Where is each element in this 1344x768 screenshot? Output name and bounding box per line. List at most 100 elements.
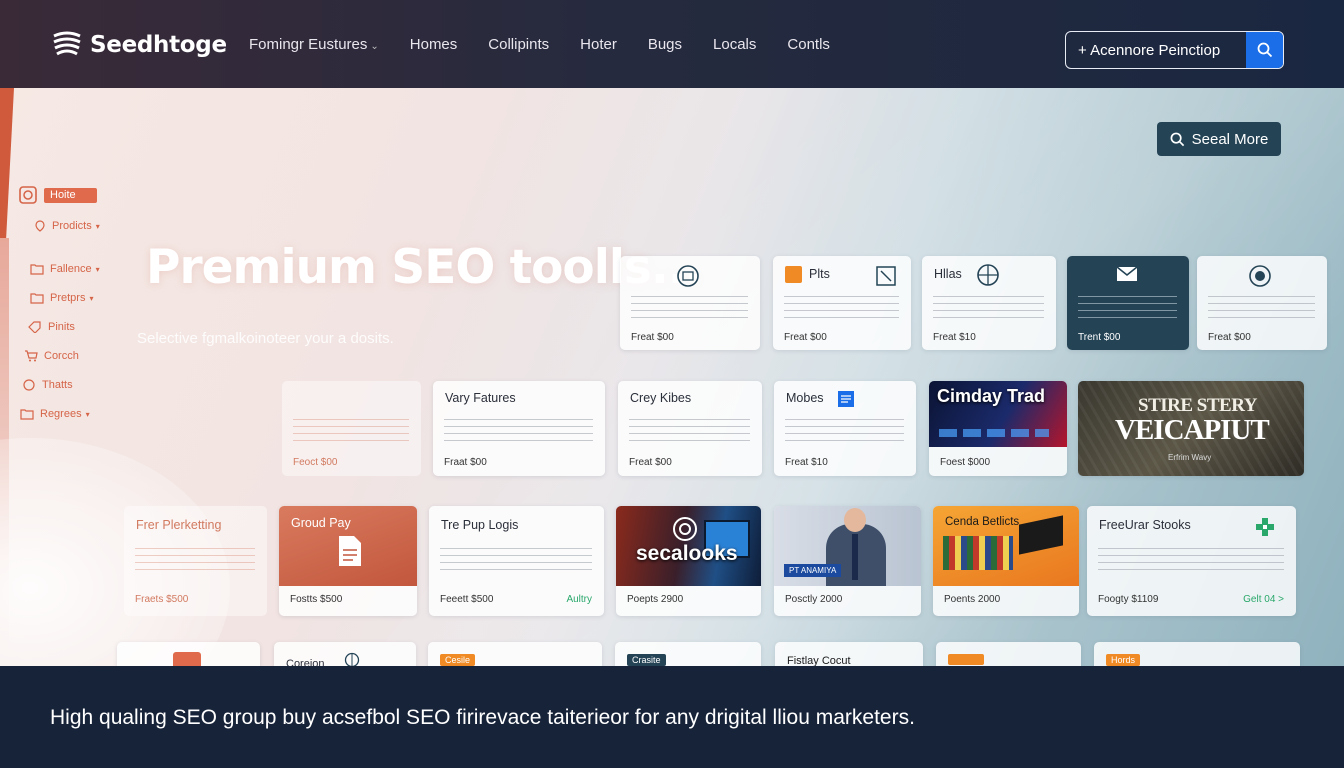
see-more-button[interactable]: Seeal More (1157, 122, 1281, 156)
top-navigation-bar: Seedhtoge Fomingr Eustures ⌄ Homes Collip… (0, 0, 1344, 88)
card-price: Foogty $1109 (1098, 594, 1159, 605)
nav-item-homes[interactable]: Homes (410, 36, 458, 53)
tool-card[interactable]: FreeUrar Stooks Foogty $1109 Gelt 04 > (1087, 506, 1296, 616)
card-title: Hllas (934, 267, 962, 281)
hero-title: Premium SEO toolls... (146, 240, 702, 295)
tool-card[interactable]: Vary Fatures Fraat $00 (433, 381, 605, 476)
hero-subtitle: Selective fgmalkoinoteer your a dosits. (137, 330, 394, 347)
sidebar-item-label: Prodicts (52, 220, 92, 232)
tool-card[interactable]: Crey Kibes Freat $00 (618, 381, 762, 476)
sidebar-item-pinits[interactable]: Pinits (28, 318, 100, 336)
tool-card[interactable]: Trent $00 (1067, 256, 1189, 350)
sidebar-item-thatts[interactable]: Thatts (22, 376, 100, 394)
card-title: Tre Pup Logis (441, 518, 519, 532)
tool-card[interactable] (117, 642, 260, 666)
card-link[interactable]: Gelt 04 > (1243, 594, 1284, 605)
card-description (444, 419, 593, 447)
card-price: Foest $000 (940, 457, 991, 468)
card-badge: Hords (1106, 654, 1141, 666)
target-icon (673, 517, 697, 541)
tool-card[interactable]: Fistlay Cocut (775, 642, 923, 666)
card-title: PT ANAMIYA (784, 564, 842, 577)
card-description (1098, 548, 1284, 576)
tool-card[interactable] (936, 642, 1081, 666)
sidebar-item-label: Corcch (44, 350, 79, 362)
cart-icon (25, 350, 38, 362)
tool-card[interactable]: Frer Plerketting Fraets $500 (124, 506, 267, 616)
card-description (784, 296, 899, 324)
nav-item-features[interactable]: Fomingr Eustures ⌄ (249, 36, 379, 53)
card-price: Freat $00 (629, 457, 672, 468)
folder-icon (30, 293, 44, 304)
tool-card[interactable]: Coreion (274, 642, 416, 666)
plus-icon (1256, 518, 1274, 536)
tool-card[interactable]: Crasite (615, 642, 761, 666)
sidebar-item-regrees[interactable]: Regrees ▾ (20, 405, 100, 423)
tool-card[interactable]: Cenda Betlicts Poents 2000 (933, 506, 1079, 616)
see-more-label: Seeal More (1191, 130, 1269, 148)
card-title: Mobes (786, 391, 824, 405)
poster-card[interactable]: STIRE STERY VEICAPIUT Erfrim Wavy (1078, 381, 1304, 476)
tool-card[interactable]: Cesile (428, 642, 602, 666)
sidebar-item-fallence[interactable]: Fallence ▾ (30, 260, 100, 278)
cta-button[interactable]: + Acennore Peinctiop (1065, 31, 1284, 69)
sidebar-item-home[interactable]: Hoite (18, 186, 100, 204)
tool-card[interactable]: Tre Pup Logis Feeett $500 Aultry (429, 506, 604, 616)
nav-item-collipints[interactable]: Collipints (488, 36, 549, 53)
card-price: Freat $00 (631, 332, 674, 343)
card-title: Frer Plerketting (136, 518, 222, 532)
person-head (844, 508, 866, 532)
books-shape (943, 536, 1013, 570)
sidebar-item-label: Pretprs (50, 292, 86, 304)
sidebar-item-label: Thatts (42, 379, 73, 391)
sidebar-item-pretprs[interactable]: Pretprs ▾ (30, 289, 100, 307)
card-link[interactable]: Aultry (566, 594, 592, 605)
tool-card[interactable]: Groud Pay Fostts $500 (279, 506, 417, 616)
home-icon (19, 186, 37, 204)
tool-card[interactable]: Cimday Trad Foest $000 (929, 381, 1067, 476)
search-icon (1170, 132, 1184, 146)
card-price: Fraets $500 (135, 594, 189, 605)
card-badge (948, 654, 984, 665)
tool-card[interactable]: Freat $00 (1197, 256, 1327, 350)
tool-card[interactable]: Feoct $00 (282, 381, 421, 476)
card-title: FreeUrar Stooks (1099, 518, 1191, 532)
sidebar-item-label: Fallence (50, 263, 92, 275)
tie-shape (852, 534, 858, 580)
nav-item-bugs[interactable]: Bugs (648, 36, 682, 53)
chevron-down-icon: ▾ (85, 409, 90, 419)
globe-icon (344, 652, 360, 666)
card-price: Freat $10 (785, 457, 828, 468)
tool-card[interactable]: Hllas Freat $10 (922, 256, 1056, 350)
logo-icon (173, 652, 201, 666)
sidebar-item-products[interactable]: Prodicts ▾ (34, 217, 100, 235)
card-badge: Cesile (440, 654, 476, 666)
card-title: Crey Kibes (630, 391, 692, 405)
sidebar-item-label: Regrees (40, 408, 82, 420)
chevron-down-icon: ⌄ (370, 40, 379, 52)
card-title: Fistlay Cocut (787, 655, 851, 666)
tool-card[interactable]: Mobes Freat $10 (774, 381, 916, 476)
card-description (440, 548, 592, 576)
tool-card[interactable]: secalooks Poepts 2900 (616, 506, 761, 616)
tool-card[interactable]: PT ANAMIYA Posctly 2000 (774, 506, 921, 616)
accent-bar (0, 88, 15, 238)
sidebar-item-corcch[interactable]: Corcch (24, 347, 100, 365)
nav-item-contls[interactable]: Contls (787, 36, 830, 53)
cta-label: + Acennore Peinctiop (1078, 41, 1221, 59)
card-description (933, 296, 1044, 324)
card-price: Fostts $500 (290, 594, 343, 605)
search-icon[interactable] (1246, 32, 1283, 68)
logo[interactable]: Seedhtoge (52, 30, 227, 60)
card-description (1208, 296, 1315, 324)
nav-item-hoter[interactable]: Hoter (580, 36, 617, 53)
nav-item-locals[interactable]: Locals (713, 36, 756, 53)
tool-card[interactable]: Plts Freat $00 (773, 256, 911, 350)
chat-icon (23, 379, 35, 391)
tool-card[interactable]: Freat $00 (620, 256, 760, 350)
tool-card[interactable]: Hords (1094, 642, 1300, 666)
card-title: Vary Fatures (445, 391, 516, 405)
card-title: Cenda Betlicts (945, 516, 1020, 528)
card-description (1078, 296, 1177, 324)
mail-icon (1116, 266, 1138, 281)
